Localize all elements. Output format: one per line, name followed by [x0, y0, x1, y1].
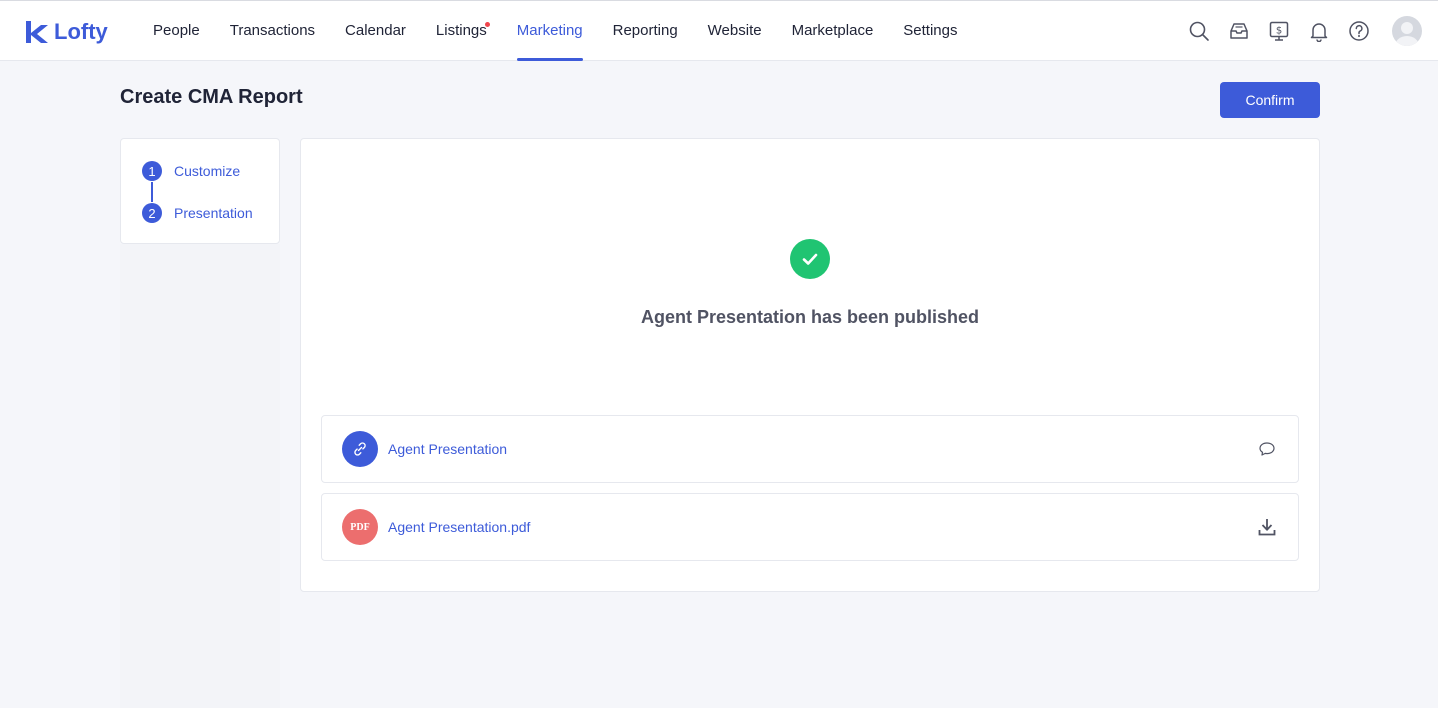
search-icon[interactable] [1188, 20, 1210, 42]
avatar[interactable] [1392, 16, 1422, 46]
svg-text:$: $ [1276, 26, 1282, 37]
step-connector [151, 182, 153, 202]
nav-item-listings[interactable]: Listings [421, 1, 502, 61]
nav-item-transactions[interactable]: Transactions [215, 1, 330, 61]
main-menu: People Transactions Calendar Listings Ma… [138, 1, 973, 61]
top-navigation: Lofty People Transactions Calendar Listi… [0, 0, 1438, 61]
nav-item-people[interactable]: People [138, 1, 215, 61]
download-icon[interactable] [1256, 516, 1278, 538]
step-label: Customize [174, 163, 241, 179]
brand-name: Lofty [54, 19, 108, 44]
link-icon [342, 431, 378, 467]
pdf-badge: PDF [350, 521, 370, 533]
nav-item-marketplace[interactable]: Marketplace [777, 1, 889, 61]
step-presentation[interactable]: 2 Presentation [142, 203, 253, 223]
user-avatar-icon [1395, 22, 1419, 46]
step-indicator: 1 Customize 2 Presentation [120, 138, 280, 244]
notification-dot [484, 22, 490, 27]
confirm-button[interactable]: Confirm [1220, 82, 1320, 118]
file-row-pdf: PDF Agent Presentation.pdf [321, 493, 1299, 561]
nav-utilities: $ [1188, 16, 1422, 46]
step-number: 2 [142, 203, 162, 223]
bell-icon[interactable] [1308, 20, 1330, 42]
nav-item-settings[interactable]: Settings [888, 1, 972, 61]
nav-item-website[interactable]: Website [693, 1, 777, 61]
step-label: Presentation [174, 205, 253, 221]
presentation-pdf-link[interactable]: Agent Presentation.pdf [388, 519, 530, 535]
nav-item-reporting[interactable]: Reporting [598, 1, 693, 61]
nav-item-marketing[interactable]: Marketing [502, 1, 598, 61]
file-row-link: Agent Presentation [321, 415, 1299, 483]
comment-icon[interactable] [1256, 438, 1278, 460]
presentation-link[interactable]: Agent Presentation [388, 441, 507, 457]
check-circle-icon [790, 239, 830, 279]
billing-icon[interactable]: $ [1268, 20, 1290, 42]
pdf-icon: PDF [342, 509, 378, 545]
publish-result-card: Agent Presentation has been published Ag… [300, 138, 1320, 592]
help-icon[interactable] [1348, 20, 1370, 42]
success-message: Agent Presentation has been published [640, 307, 980, 327]
left-column-background [120, 244, 280, 708]
brand-logo[interactable]: Lofty [24, 18, 108, 46]
step-customize[interactable]: 1 Customize [142, 161, 240, 181]
inbox-icon[interactable] [1228, 20, 1250, 42]
step-number: 1 [142, 161, 162, 181]
page-title: Create CMA Report [120, 86, 303, 108]
nav-item-calendar[interactable]: Calendar [330, 1, 421, 61]
lofty-logo-icon [26, 21, 48, 43]
